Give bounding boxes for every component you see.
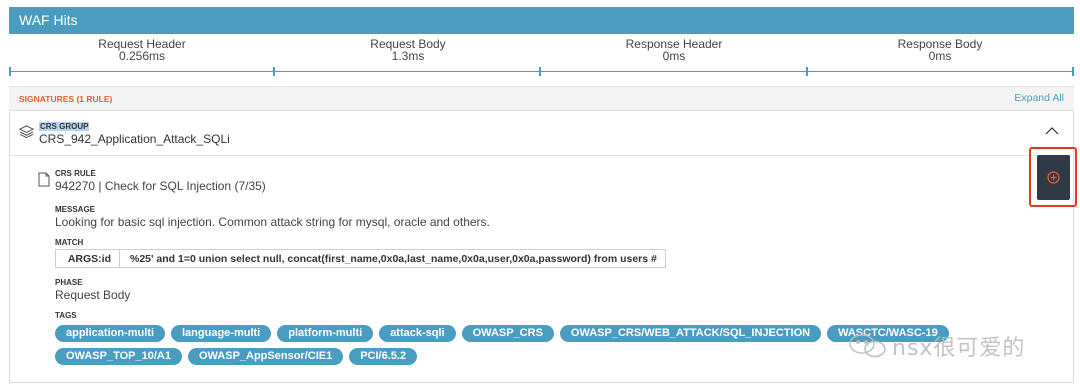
crs-group-name: CRS_942_Application_Attack_SQLi <box>39 132 230 146</box>
timing-timeline: Request Header 0.256ms Request Body 1.3m… <box>9 38 1074 80</box>
timeline-response-header: Response Header 0ms <box>541 38 807 62</box>
tag-pill[interactable]: PCI/6.5.2 <box>349 348 418 365</box>
timeline-request-body: Request Body 1.3ms <box>275 38 541 62</box>
tag-pill[interactable]: OWASP_TOP_10/A1 <box>55 348 182 365</box>
waf-hits-header: WAF Hits <box>9 7 1074 34</box>
expand-all-link[interactable]: Expand All <box>1014 92 1064 104</box>
timeline-tick <box>9 67 11 76</box>
match-key: ARGS:id <box>56 250 120 267</box>
timeline-axis <box>9 71 1074 72</box>
signatures-bar: SIGNATURES (1 RULE) Expand All <box>9 86 1074 111</box>
timeline-value: 0ms <box>662 49 686 63</box>
wechat-logo-icon <box>849 334 886 358</box>
crs-rule-name: 942270 | Check for SQL Injection (7/35) <box>55 179 266 193</box>
timeline-tick <box>273 67 275 76</box>
crs-rule-label: CRS RULE <box>55 169 96 178</box>
tag-pill[interactable]: OWASP_AppSensor/CIE1 <box>187 348 344 365</box>
crs-group-label: CRS GROUP <box>39 122 90 131</box>
tag-pill[interactable]: OWASP_CRS <box>461 325 554 342</box>
watermark: nsx很可爱的 <box>848 330 1025 362</box>
timeline-tick <box>1072 67 1074 76</box>
message-label: MESSAGE <box>55 205 96 214</box>
header-title: WAF Hits <box>19 12 78 28</box>
timeline-request-header: Request Header 0.256ms <box>9 38 275 62</box>
signatures-title: SIGNATURES (1 RULE) <box>19 94 113 104</box>
tag-pill[interactable]: language-multi <box>171 325 272 342</box>
tag-pill[interactable]: attack-sqli <box>379 325 456 342</box>
tag-pill[interactable]: application-multi <box>55 325 165 342</box>
phase-value: Request Body <box>55 288 131 302</box>
match-label: MATCH <box>55 238 84 247</box>
match-box: ARGS:id %25' and 1=0 union select null, … <box>55 249 666 268</box>
tags-label: TAGS <box>55 311 77 320</box>
chevron-up-icon[interactable] <box>1045 124 1059 138</box>
crs-group-row[interactable]: CRS GROUP CRS_942_Application_Attack_SQL… <box>10 111 1073 156</box>
timeline-tick <box>806 67 808 76</box>
document-icon <box>38 172 50 187</box>
timeline-response-body: Response Body 0ms <box>807 38 1073 62</box>
match-value: %25' and 1=0 union select null, concat(f… <box>130 253 657 265</box>
timeline-value: 0ms <box>928 49 952 63</box>
watermark-text: nsx很可爱的 <box>892 336 1026 361</box>
timeline-tick <box>539 67 541 76</box>
timeline-value: 0.256ms <box>118 49 166 63</box>
tag-pill[interactable]: platform-multi <box>277 325 374 342</box>
add-button[interactable] <box>1037 155 1070 200</box>
tags-container: application-multi language-multi platform-… <box>55 325 955 371</box>
tag-pill[interactable]: OWASP_CRS/WEB_ATTACK/SQL_INJECTION <box>559 325 822 342</box>
message-text: Looking for basic sql injection. Common … <box>55 215 490 229</box>
tag-row: application-multi language-multi platform-… <box>55 325 955 342</box>
phase-label: PHASE <box>55 278 83 287</box>
layers-icon <box>19 125 34 139</box>
tag-row: OWASP_TOP_10/A1 OWASP_AppSensor/CIE1 PCI/6… <box>55 348 955 365</box>
plus-circle-icon <box>1047 171 1060 184</box>
highlight-box <box>1029 147 1077 207</box>
timeline-value: 1.3ms <box>391 49 425 63</box>
